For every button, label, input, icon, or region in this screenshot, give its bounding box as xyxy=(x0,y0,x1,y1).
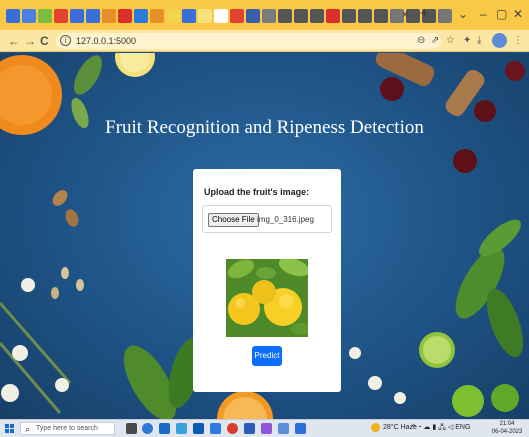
file-input[interactable]: Choose File img_0_316.jpeg xyxy=(202,205,332,233)
store-icon[interactable] xyxy=(159,423,170,434)
edge-icon[interactable] xyxy=(142,423,153,434)
browser-menu-icon[interactable]: ⋮ xyxy=(513,34,523,48)
page-background: Fruit Recognition and Ripeness Detection… xyxy=(0,53,529,419)
tab-5-icon[interactable] xyxy=(70,9,84,23)
share-icon[interactable]: ⇗ xyxy=(431,34,439,48)
tab-15-icon[interactable] xyxy=(230,9,244,23)
tab-22-icon[interactable] xyxy=(342,9,356,23)
tab-14-icon[interactable] xyxy=(214,9,228,23)
task-view-icon[interactable] xyxy=(126,423,137,434)
browser-tab-strip: × + ⌄ – ▢ ✕ xyxy=(0,0,529,30)
fruit-photo xyxy=(226,259,308,337)
search-icon: ⌕ xyxy=(25,424,31,434)
extensions-icon[interactable]: ✦ xyxy=(463,34,471,48)
maximize-button[interactable]: ▢ xyxy=(496,6,507,22)
upload-label: Upload the fruit's image: xyxy=(204,187,310,197)
tab-17-icon[interactable] xyxy=(262,9,276,23)
tab-8-icon[interactable] xyxy=(118,9,132,23)
tab-1-icon[interactable] xyxy=(6,9,20,23)
windows-start-icon[interactable] xyxy=(5,424,15,434)
predict-button[interactable]: Predict xyxy=(252,346,282,366)
chrome-icon[interactable] xyxy=(227,423,238,434)
vscode-icon[interactable] xyxy=(295,423,306,434)
app-icon-2[interactable] xyxy=(210,423,221,434)
reload-button[interactable]: C xyxy=(40,33,49,49)
tab-7-icon[interactable] xyxy=(102,9,116,23)
app-icon-1[interactable] xyxy=(176,423,187,434)
forward-button[interactable]: → xyxy=(24,33,36,49)
app-icon-3[interactable] xyxy=(244,423,255,434)
clock[interactable]: 21:04 06-04-2023 xyxy=(490,420,524,436)
app-icon-5[interactable] xyxy=(278,423,289,434)
upload-card: Upload the fruit's image: Choose File im… xyxy=(193,169,341,392)
tab-search-button[interactable]: ⌄ xyxy=(458,6,468,22)
site-info-icon[interactable]: i xyxy=(60,35,71,46)
tab-13-icon[interactable] xyxy=(198,9,212,23)
tab-2-icon[interactable] xyxy=(22,9,36,23)
tab-24-icon[interactable] xyxy=(374,9,388,23)
tab-icons xyxy=(6,9,452,23)
tab-close-button[interactable]: × xyxy=(402,8,408,22)
tab-28-icon[interactable] xyxy=(438,9,452,23)
download-icon[interactable]: ⤓ xyxy=(477,34,481,48)
page-title: Fruit Recognition and Ripeness Detection xyxy=(105,117,424,138)
clock-time: 21:04 xyxy=(499,421,515,427)
clock-date: 06-04-2023 xyxy=(491,429,523,435)
tab-20-icon[interactable] xyxy=(310,9,324,23)
app-icon-4[interactable] xyxy=(261,423,272,434)
url-text: 127.0.0.1:5000 xyxy=(76,36,137,46)
choose-file-button[interactable]: Choose File xyxy=(208,213,259,227)
tab-4-icon[interactable] xyxy=(54,9,68,23)
profile-avatar[interactable] xyxy=(492,33,507,48)
taskbar-search-input[interactable]: ⌕ Type here to search xyxy=(20,422,115,435)
tab-6-icon[interactable] xyxy=(86,9,100,23)
tab-3-icon[interactable] xyxy=(38,9,52,23)
tab-19-icon[interactable] xyxy=(294,9,308,23)
bookmark-star-icon[interactable]: ☆ xyxy=(446,34,455,48)
windows-taskbar: ⌕ Type here to search 28°C Haze ^ ◔ ☁ ▮ … xyxy=(0,419,529,437)
tab-23-icon[interactable] xyxy=(358,9,372,23)
selected-file-name: img_0_316.jpeg xyxy=(257,215,314,224)
tab-21-icon[interactable] xyxy=(326,9,340,23)
system-tray[interactable]: ^ ◔ ☁ ▮ 🖧 ◁ ENG xyxy=(412,423,470,433)
taskbar-search-placeholder: Type here to search xyxy=(36,425,98,432)
address-bar: ← → C i 127.0.0.1:5000 ⊖ ⇗ ☆ ✦ ⤓ ▯ ⋮ xyxy=(0,30,529,52)
mail-icon[interactable] xyxy=(193,423,204,434)
new-tab-button[interactable]: + xyxy=(420,6,429,22)
close-window-button[interactable]: ✕ xyxy=(513,6,523,22)
zoom-icon[interactable]: ⊖ xyxy=(417,34,425,48)
tab-11-icon[interactable] xyxy=(166,9,180,23)
back-button[interactable]: ← xyxy=(8,33,20,49)
minimize-button[interactable]: – xyxy=(480,6,487,22)
fruit-image-preview xyxy=(226,259,308,337)
weather-icon[interactable] xyxy=(371,423,380,432)
url-field[interactable]: i 127.0.0.1:5000 xyxy=(56,33,441,49)
tab-10-icon[interactable] xyxy=(150,9,164,23)
tab-16-icon[interactable] xyxy=(246,9,260,23)
tab-9-icon[interactable] xyxy=(134,9,148,23)
tab-12-icon[interactable] xyxy=(182,9,196,23)
cherry-decor xyxy=(380,77,404,101)
leaf-decor xyxy=(74,55,102,95)
tab-18-icon[interactable] xyxy=(278,9,292,23)
